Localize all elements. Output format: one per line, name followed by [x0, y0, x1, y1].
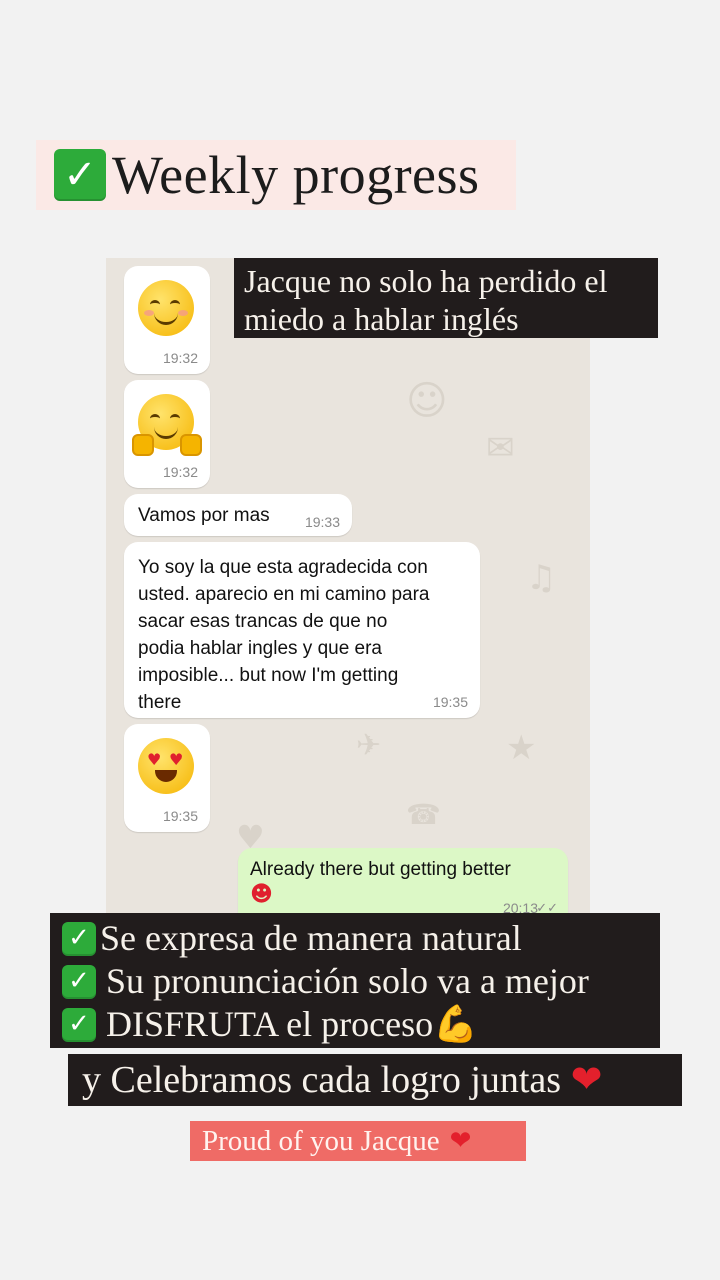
chat-screenshot: ☺ ✉ ☂ ♫ ★ ✈ ☎ ♥ 19:32 19:32 Vamos por ma… — [106, 258, 590, 918]
message-time: 19:33 — [304, 514, 340, 530]
outgoing-message-bubble[interactable]: Already there but getting better ☻ 20:13… — [238, 848, 568, 918]
check-mark-icon: ✓ — [54, 149, 106, 201]
message-time: 19:35 — [432, 694, 468, 710]
red-heart-icon: ❤ — [570, 1057, 603, 1101]
caption-top: Jacque no solo ha perdido el miedo a hab… — [234, 258, 658, 338]
checklist-text: Su pronunciación solo va a mejor — [106, 961, 589, 1001]
message-bubble[interactable]: 19:32 — [124, 266, 210, 374]
title-banner: ✓ Weekly progress — [36, 140, 516, 210]
message-text: Vamos por mas — [138, 505, 270, 526]
progress-checklist: ✓ Se expresa de manera natural ✓ Su pron… — [50, 913, 660, 1048]
caption-line: Jacque no solo ha perdido el — [244, 263, 608, 299]
page-title: Weekly progress — [112, 145, 480, 205]
flexed-biceps-icon: 💪 — [433, 1004, 478, 1045]
check-mark-icon: ✓ — [62, 921, 96, 956]
red-heart-icon: ❤ — [449, 1126, 472, 1156]
message-text: Yo soy la que esta agradecida con usted.… — [138, 557, 430, 713]
checklist-text: DISFRUTA el proceso — [106, 1004, 434, 1044]
message-bubble[interactable]: Yo soy la que esta agradecida con usted.… — [124, 542, 480, 718]
message-bubble[interactable]: Vamos por mas 19:33 — [124, 494, 352, 536]
message-time: 19:32 — [162, 350, 198, 366]
message-time: 19:32 — [162, 464, 198, 480]
checklist-text: Se expresa de manera natural — [100, 918, 522, 958]
message-time: 19:35 — [162, 808, 198, 824]
smiling-face-icon — [138, 280, 194, 336]
celebrate-caption: y Celebramos cada logro juntas ❤ — [68, 1054, 682, 1106]
celebrate-text: y Celebramos cada logro juntas — [82, 1059, 562, 1101]
check-mark-icon: ✓ — [62, 1007, 96, 1042]
heart-eyes-icon: ☻ — [250, 882, 273, 907]
proud-label: Proud of you Jacque ❤ — [190, 1121, 526, 1161]
caption-line: miedo a hablar inglés — [244, 301, 519, 337]
checklist-item: ✓ DISFRUTA el proceso 💪 — [62, 1003, 648, 1046]
message-text: Already there but getting better — [250, 859, 511, 880]
proud-text: Proud of you Jacque — [202, 1124, 440, 1157]
heart-eyes-icon: ♥ ♥ — [138, 738, 194, 794]
checklist-item: ✓ Se expresa de manera natural — [62, 917, 648, 960]
check-mark-icon: ✓ — [62, 964, 96, 999]
message-bubble[interactable]: 19:32 — [124, 380, 210, 488]
message-bubble[interactable]: ♥ ♥ 19:35 — [124, 724, 210, 832]
hugging-face-icon — [132, 394, 202, 456]
checklist-item: ✓ Su pronunciación solo va a mejor — [62, 960, 648, 1003]
